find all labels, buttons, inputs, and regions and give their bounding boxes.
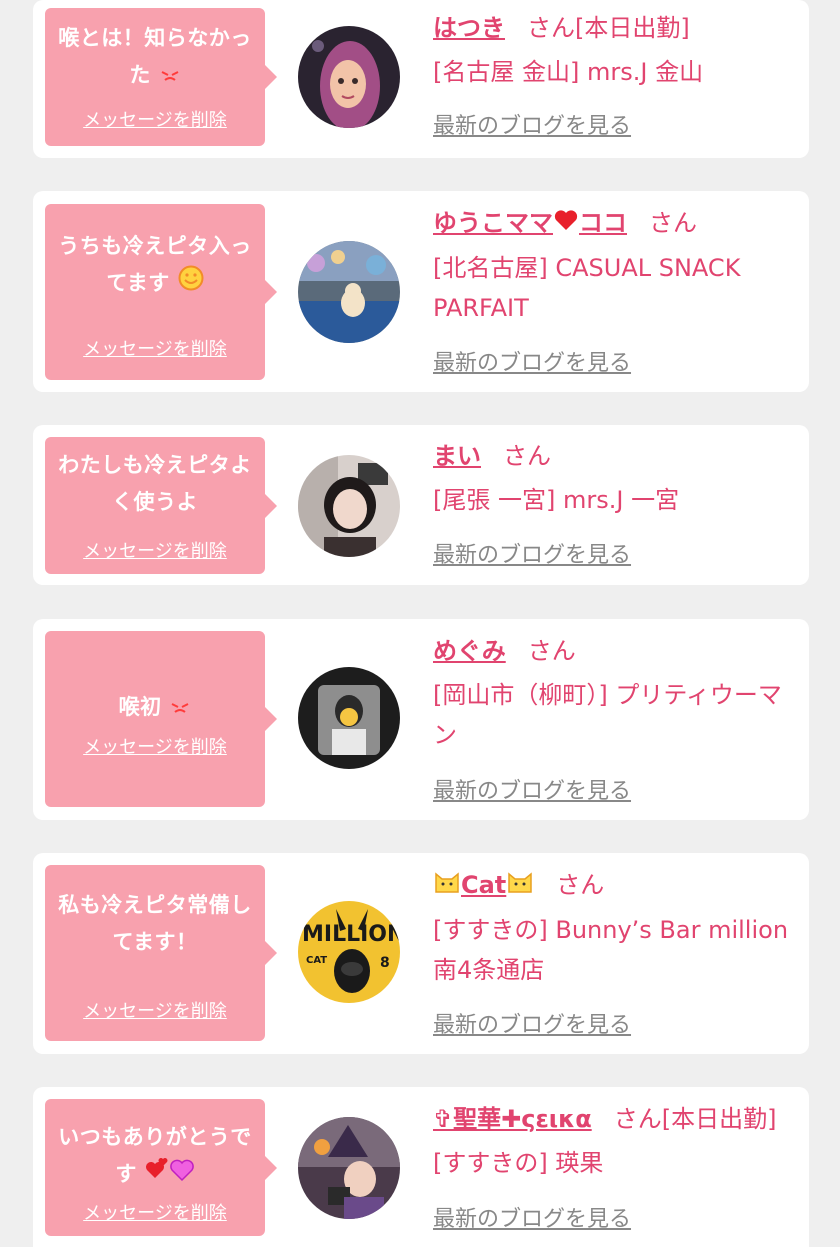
angry-face-icon [169,690,191,727]
svg-text:MILLION: MILLION [302,922,400,947]
message-card: 私も冷えピタ常備してます！ メッセージを削除 MILLION CAT 8 Cat… [33,853,809,1054]
shop-name: [尾張 一宮] mrs.J 一宮 [433,486,680,514]
avatar[interactable] [298,26,400,128]
avatar[interactable] [298,455,400,557]
honorific: さん [556,871,605,899]
cast-name-link[interactable]: まい [433,442,481,470]
shop-name: [名古屋 金山] mrs.J 金山 [433,58,704,86]
angry-face-icon [159,58,181,95]
message-bubble: 私も冷えピタ常備してます！ メッセージを削除 [45,865,277,1041]
message-bubble: 喉とは！知らなかった メッセージを削除 [45,8,277,146]
delete-message-link[interactable]: メッセージを削除 [45,733,265,759]
status-label: [本日出勤] [575,14,690,42]
message-card: 喉とは！知らなかった メッセージを削除 はつき さん[本日出勤] [名古屋 金山]… [33,0,809,158]
shop-name: [すすきの] 瑛果 [433,1149,604,1177]
message-bubble: うちも冷えピタ入ってます メッセージを削除 [45,204,277,380]
latest-blog-link[interactable]: 最新のブログを見る [433,108,631,140]
cast-name-link[interactable]: はつき [433,14,505,42]
message-card: うちも冷えピタ入ってます メッセージを削除 ゆうこママ ココ さん [北名古屋] C… [33,191,809,392]
delete-message-link[interactable]: メッセージを削除 [45,997,265,1023]
cast-name-link[interactable]: ゆうこママ ココ [433,209,627,237]
avatar[interactable] [298,667,400,769]
cast-info: まい さん [尾張 一宮] mrs.J 一宮 最新のブログを見る [433,436,789,568]
message-card: いつもありがとうです メッセージを削除 ✞聖華✚ςεικα さん[本日出勤] [す… [33,1087,809,1247]
delete-message-link[interactable]: メッセージを削除 [45,106,265,132]
honorific: さん [649,209,697,237]
shop-name: [北名古屋] CASUAL SNACK PARFAIT [433,254,741,322]
honorific: さん [613,1105,662,1133]
cast-name-link[interactable]: Cat [433,871,534,899]
cast-name-link[interactable]: めぐみ [433,637,506,665]
latest-blog-link[interactable]: 最新のブログを見る [433,1007,631,1039]
message-text: うちも冷えピタ入ってます [55,228,255,303]
delete-message-link[interactable]: メッセージを削除 [45,1199,265,1225]
message-text: 喉初 [55,689,255,727]
svg-text:8: 8 [380,955,390,971]
latest-blog-link[interactable]: 最新のブログを見る [433,773,631,805]
cast-info: ✞聖華✚ςεικα さん[本日出勤] [すすきの] 瑛果 最新のブログを見る [433,1099,789,1232]
hearts-icon [145,1156,195,1194]
cast-info: はつき さん[本日出勤] [名古屋 金山] mrs.J 金山 最新のブログを見る [433,8,789,139]
cast-name-link[interactable]: ✞聖華✚ςεικα [433,1105,592,1133]
latest-blog-link[interactable]: 最新のブログを見る [433,1201,631,1233]
message-card: わたしも冷えピタよく使うよ メッセージを削除 まい さん [尾張 一宮] mrs.… [33,425,809,585]
cast-info: ゆうこママ ココ さん [北名古屋] CASUAL SNACK PARFAIT 最新… [433,203,789,376]
shop-name: [すすきの] Bunny’s Bar million 南4条通店 [433,916,789,984]
status-label: [本日出勤] [661,1105,777,1133]
message-text: いつもありがとうです [55,1119,255,1194]
delete-message-link[interactable]: メッセージを削除 [45,537,265,563]
delete-message-link[interactable]: メッセージを削除 [45,335,265,361]
latest-blog-link[interactable]: 最新のブログを見る [433,345,631,377]
cast-info: Cat さん [すすきの] Bunny’s Bar million 南4条通店 最… [433,865,789,1038]
message-text: 喉とは！知らなかった [55,20,255,95]
message-card: 喉初 メッセージを削除 めぐみ さん [岡山市（柳町）] プリティウーマン 最新の… [33,619,809,820]
shop-name: [岡山市（柳町）] プリティウーマン [433,681,782,749]
message-bubble: 喉初 メッセージを削除 [45,631,277,807]
message-bubble: いつもありがとうです メッセージを削除 [45,1099,277,1236]
heart-icon [553,204,579,244]
message-text: 私も冷えピタ常備してます！ [58,893,252,954]
avatar[interactable] [298,1117,400,1219]
cat-face-icon [433,866,461,906]
honorific: さん [527,14,575,42]
avatar[interactable] [298,241,400,343]
cat-face-icon [506,866,534,906]
honorific: さん [527,637,576,665]
avatar[interactable]: MILLION CAT 8 [298,901,400,1003]
honorific: さん [503,442,551,470]
smiley-face-icon [178,265,204,303]
message-bubble: わたしも冷えピタよく使うよ メッセージを削除 [45,437,277,574]
message-text: わたしも冷えピタよく使うよ [58,453,252,514]
cast-info: めぐみ さん [岡山市（柳町）] プリティウーマン 最新のブログを見る [433,631,789,804]
svg-text:CAT: CAT [306,955,327,966]
latest-blog-link[interactable]: 最新のブログを見る [433,537,631,569]
